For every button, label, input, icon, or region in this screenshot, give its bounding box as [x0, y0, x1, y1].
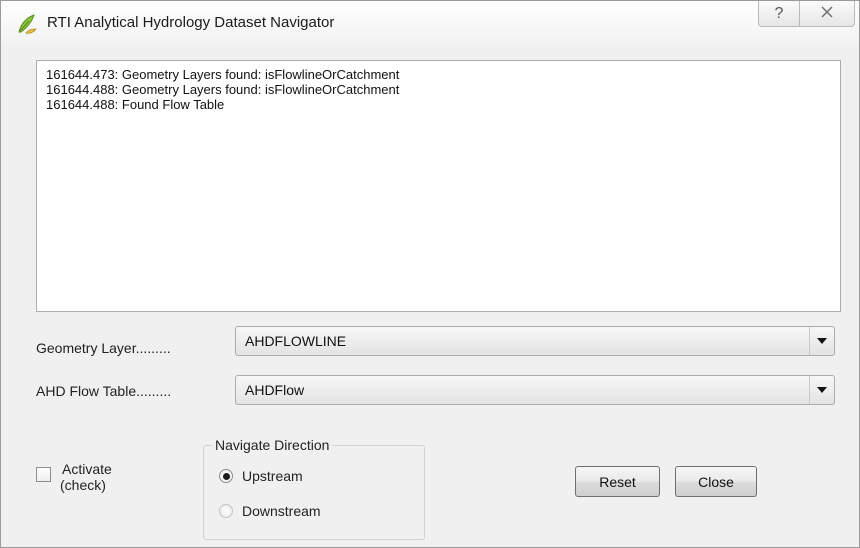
log-line: 161644.488: Found Flow Table [46, 97, 225, 112]
navigate-direction-title: Navigate Direction [212, 437, 333, 453]
close-icon [821, 6, 833, 21]
help-icon: ? [774, 4, 784, 22]
geometry-layer-label: Geometry Layer......... [36, 340, 171, 356]
dataset-navigator-dialog: RTI Analytical Hydrology Dataset Navigat… [0, 0, 860, 548]
qgis-leaf-icon [15, 12, 39, 36]
activate-checkbox[interactable] [36, 467, 51, 482]
window-title: RTI Analytical Hydrology Dataset Navigat… [47, 14, 335, 31]
activate-label: Activate (check) [60, 461, 140, 493]
geometry-layer-select[interactable]: AHDFLOWLINE [235, 326, 835, 356]
close-button[interactable]: Close [675, 466, 757, 497]
navigate-direction-group: Navigate Direction Upstream Downstream [203, 437, 425, 540]
upstream-radio[interactable] [219, 469, 233, 483]
geometry-layer-value: AHDFLOWLINE [245, 333, 347, 349]
activate-label-line1: Activate [62, 461, 112, 477]
flow-table-select[interactable]: AHDFlow [235, 375, 835, 405]
flow-table-label: AHD Flow Table......... [36, 383, 172, 399]
downstream-radio[interactable] [219, 504, 233, 518]
help-button[interactable]: ? [758, 1, 800, 27]
upstream-label: Upstream [242, 468, 303, 484]
activate-label-line2: (check) [60, 477, 106, 493]
log-line: 161644.473: Geometry Layers found: isFlo… [46, 67, 400, 82]
flow-table-value: AHDFlow [245, 382, 305, 398]
downstream-label: Downstream [242, 503, 321, 519]
log-output-textarea[interactable]: 161644.473: Geometry Layers found: isFlo… [36, 60, 841, 312]
reset-button[interactable]: Reset [575, 466, 660, 497]
title-bar[interactable]: RTI Analytical Hydrology Dataset Navigat… [1, 1, 859, 45]
downstream-radio-option[interactable]: Downstream [219, 503, 321, 519]
chevron-down-icon[interactable] [809, 376, 834, 404]
radio-selected-dot [222, 472, 230, 480]
upstream-radio-option[interactable]: Upstream [219, 468, 303, 484]
chevron-down-icon[interactable] [809, 327, 834, 355]
log-line: 161644.488: Geometry Layers found: isFlo… [46, 82, 400, 97]
window-close-button[interactable] [800, 1, 855, 27]
